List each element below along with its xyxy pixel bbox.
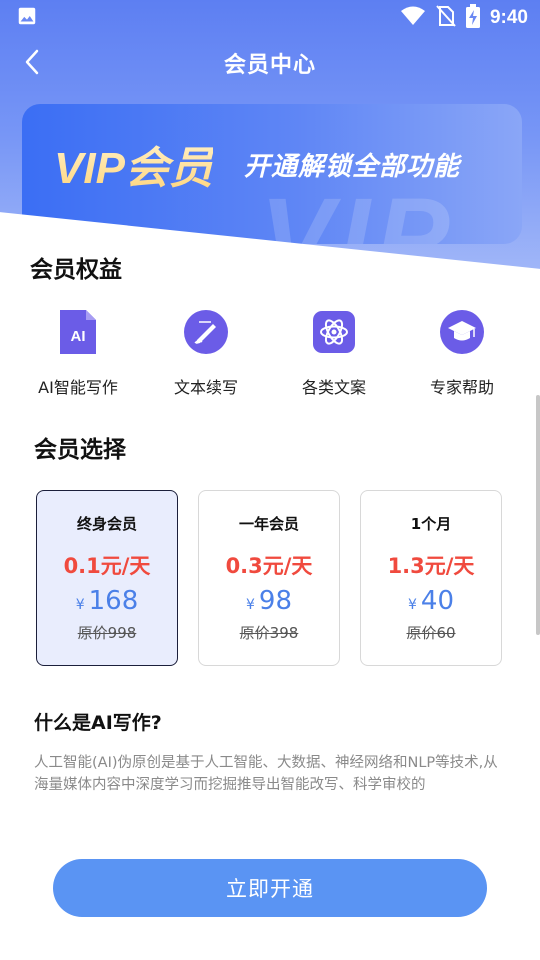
wifi-icon [400,5,426,31]
graduation-cap-icon [438,308,486,356]
status-icons: 9:40 [400,4,528,32]
benefit-ai-writing[interactable]: AI AI智能写作 [14,308,142,398]
plan-options: 终身会员 0.1元/天 ¥ 168 原价998 一年会员 0.3元/天 ¥ 98… [36,490,502,666]
chevron-left-icon [23,48,41,80]
scrollbar[interactable] [536,395,540,635]
image-icon [16,5,38,31]
benefits-row: AI AI智能写作 文本续写 各类文案 专家帮助 [14,308,526,398]
plan-card-yearly[interactable]: 一年会员 0.3元/天 ¥ 98 原价398 [198,490,340,666]
battery-charging-icon [465,4,480,32]
plan-name: 1个月 [410,515,452,533]
benefits-title: 会员权益 [30,257,122,283]
open-membership-button[interactable]: 立即开通 [53,859,487,917]
pen-icon [182,308,230,356]
plan-price-amount: 98 [258,586,292,616]
status-time: 9:40 [489,7,528,28]
plan-price: ¥ 98 [246,586,292,616]
faq-title: 什么是AI写作? [34,712,162,734]
atom-icon [310,308,358,356]
plan-daily-price: 0.1元/天 [63,554,151,578]
currency-symbol: ¥ [245,597,255,613]
plan-name: 一年会员 [238,515,299,533]
benefit-copywriting[interactable]: 各类文案 [270,308,398,398]
status-bar: 9:40 [0,0,540,36]
nav-bar: 会员中心 [0,36,540,90]
page-title: 会员中心 [223,53,316,78]
banner-subtitle: 开通解锁全部功能 [244,152,461,182]
plan-daily-price: 1.3元/天 [387,554,475,578]
plan-original-price: 原价998 [77,624,137,642]
back-button[interactable] [14,46,50,82]
plan-original-price: 原价398 [239,624,299,642]
no-sim-icon [436,5,456,31]
plan-card-monthly[interactable]: 1个月 1.3元/天 ¥ 40 原价60 [360,490,502,666]
currency-symbol: ¥ [75,597,85,613]
benefit-label: 各类文案 [301,378,366,397]
benefit-expert-help[interactable]: 专家帮助 [398,308,526,398]
plan-name: 终身会员 [76,515,137,533]
plan-price: ¥ 40 [408,586,454,616]
banner-title: VIP会员 [54,132,213,196]
ai-document-icon: AI [54,308,102,356]
plan-original-price: 原价60 [406,624,456,642]
plan-price: ¥ 168 [76,586,139,616]
banner-watermark: VIP [260,176,456,244]
ai-badge-text: AI [71,328,86,345]
benefit-label: 文本续写 [173,378,238,397]
plan-daily-price: 0.3元/天 [225,554,313,578]
plan-price-amount: 168 [88,586,139,616]
benefit-text-continue[interactable]: 文本续写 [142,308,270,398]
faq-text: 人工智能(AI)伪原创是基于人工智能、大数据、神经网络和NLP等技术,从海量媒体… [34,755,498,793]
currency-symbol: ¥ [407,597,417,613]
plan-card-lifetime[interactable]: 终身会员 0.1元/天 ¥ 168 原价998 [36,490,178,666]
plans-title: 会员选择 [34,437,126,463]
benefit-label: AI智能写作 [38,378,118,397]
benefit-label: 专家帮助 [429,378,494,397]
plan-price-amount: 40 [420,586,454,616]
